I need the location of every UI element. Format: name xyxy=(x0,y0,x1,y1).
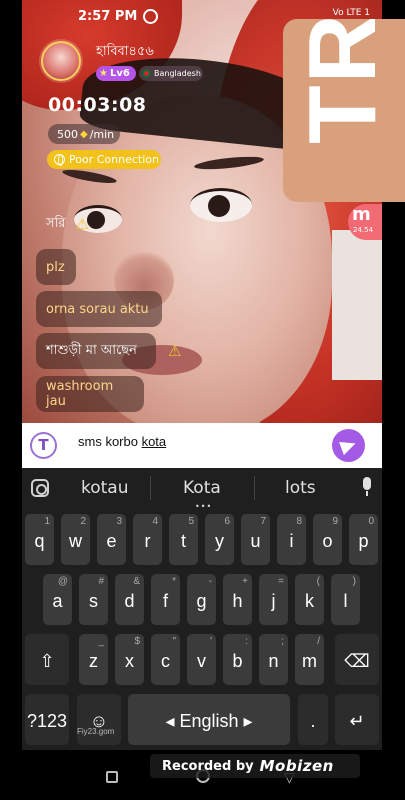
rate-unit: /min xyxy=(89,127,115,141)
key-e[interactable]: 3e xyxy=(97,514,126,565)
emoji-key-hint: Fiy23.gom xyxy=(77,727,115,736)
key-j[interactable]: = j xyxy=(259,574,288,625)
chat-message: plz xyxy=(36,249,76,285)
key-n[interactable]: ; n xyxy=(259,634,288,685)
host-name[interactable]: হাবিবা৪৫৬ xyxy=(96,42,154,63)
bangladesh-flag-icon xyxy=(142,69,151,78)
watermark-text: TR xyxy=(289,19,396,144)
chat-message: washroom jau xyxy=(36,376,144,412)
call-timer: 00:03:08 xyxy=(48,94,147,116)
chat-message: orna sorau aktu xyxy=(36,291,162,327)
space-key[interactable]: ◂ English ▸ xyxy=(128,694,290,745)
recent-apps-icon[interactable] xyxy=(106,771,118,783)
suggestion-3[interactable]: lots xyxy=(285,478,316,498)
key-r[interactable]: 4r xyxy=(133,514,162,565)
side-badge-letter: m xyxy=(352,204,371,225)
key-z[interactable]: _ z xyxy=(79,634,108,685)
key-x[interactable]: $ x xyxy=(115,634,144,685)
chat-input[interactable]: sms korbo kota xyxy=(78,434,166,449)
key-c[interactable]: " c xyxy=(151,634,180,685)
key-p[interactable]: 0p xyxy=(349,514,378,565)
more-suggestions-dots[interactable]: ••• xyxy=(195,502,212,511)
key-d[interactable]: & d xyxy=(115,574,144,625)
globe-icon xyxy=(54,154,65,166)
suggestion-strip: kotau Kota lots ••• xyxy=(22,468,382,511)
key-b[interactable]: :b xyxy=(223,634,252,685)
status-time: 2:57 PM xyxy=(78,8,138,24)
level-label: Lv6 xyxy=(109,68,130,79)
key-f[interactable]: * f xyxy=(151,574,180,625)
country-badge: Bangladesh xyxy=(139,66,203,81)
key-m[interactable]: / m xyxy=(295,634,324,685)
mobizen-logo: Mobizen xyxy=(259,757,334,775)
key-v[interactable]: ' v xyxy=(187,634,216,685)
recorder-overlay: Recorded by Mobizen xyxy=(150,754,360,778)
key-y[interactable]: 6y xyxy=(205,514,234,565)
country-label: Bangladesh xyxy=(154,69,201,78)
key-i[interactable]: 8i xyxy=(277,514,306,565)
connection-label: Poor Connection xyxy=(69,153,159,166)
key-o[interactable]: 9o xyxy=(313,514,342,565)
suggestion-1[interactable]: kotau xyxy=(81,478,129,498)
suggestion-2[interactable]: Kota xyxy=(183,478,221,498)
recorded-by-label: Recorded by xyxy=(162,758,254,774)
on-screen-keyboard: kotau Kota lots ••• 1q2w3e4r5t6y7u8i9o0p… xyxy=(22,468,382,750)
rate-badge: 500 ◆ /min xyxy=(48,124,120,144)
emoji-key[interactable]: ☺ Fiy23.gom xyxy=(77,694,121,745)
key-a[interactable]: @ a xyxy=(43,574,72,625)
enter-key[interactable]: ↵ xyxy=(335,694,379,745)
key-k[interactable]: (k xyxy=(295,574,324,625)
connection-status-badge: Poor Connection xyxy=(47,150,161,169)
send-button[interactable] xyxy=(332,429,365,462)
chat-input-bar: T sms korbo kota xyxy=(22,423,382,468)
rate-value: 500 xyxy=(57,127,78,141)
translate-icon[interactable]: T xyxy=(30,432,57,459)
star-icon: ★ xyxy=(99,68,108,79)
chat-message: সরি ⚠ xyxy=(46,215,89,233)
warning-icon: ⚠ xyxy=(168,342,182,360)
level-badge: ★ Lv6 xyxy=(96,66,136,81)
warning-icon: ⚠ xyxy=(75,215,89,233)
host-avatar[interactable] xyxy=(41,41,81,81)
diamond-icon: ◆ xyxy=(80,128,88,140)
key-h[interactable]: + h xyxy=(223,574,252,625)
messenger-notification-icon xyxy=(143,8,159,24)
key-w[interactable]: 2w xyxy=(61,514,90,565)
key-g[interactable]: -g xyxy=(187,574,216,625)
key-s[interactable]: # s xyxy=(79,574,108,625)
side-app-badge[interactable]: m 24.54 xyxy=(348,204,382,240)
channel-watermark: TR xyxy=(283,19,405,202)
key-t[interactable]: 5t xyxy=(169,514,198,565)
symbols-key[interactable]: ?123 xyxy=(25,694,69,745)
period-key[interactable]: . xyxy=(298,694,328,745)
shift-key[interactable]: ⇧ xyxy=(25,634,69,685)
side-badge-count: 24.54 xyxy=(353,226,374,234)
microphone-icon[interactable] xyxy=(361,477,373,497)
status-indicators: Vo LTE 1 xyxy=(332,8,370,18)
keyboard-settings-icon[interactable] xyxy=(31,479,49,497)
key-l[interactable]: ) l xyxy=(331,574,360,625)
backspace-key[interactable]: ⌫ xyxy=(335,634,379,685)
key-q[interactable]: 1q xyxy=(25,514,54,565)
key-u[interactable]: 7u xyxy=(241,514,270,565)
chat-message: শাশুড়ী মা আছেন xyxy=(36,333,156,369)
